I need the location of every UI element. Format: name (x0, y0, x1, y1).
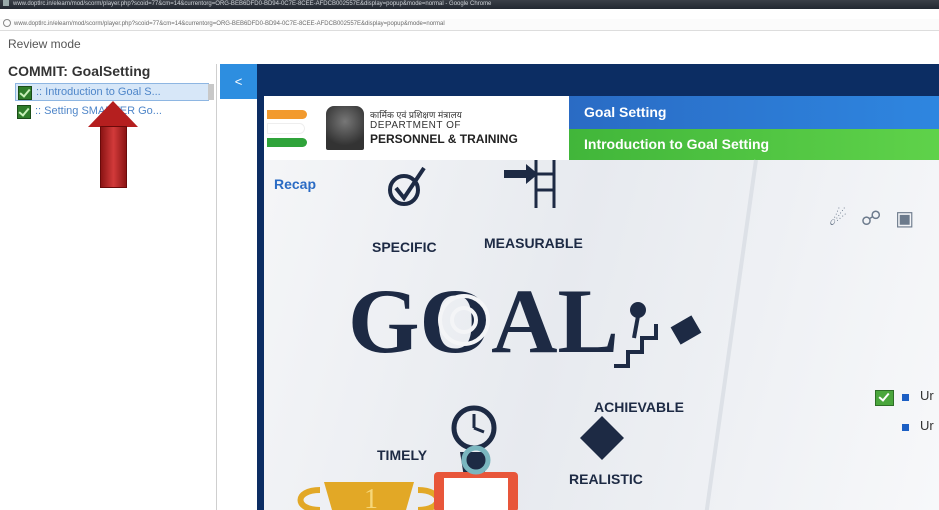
smart-goal-illustration: SPECIFIC MEASURABLE GOAL ACHIEVABLE TIME… (297, 160, 702, 510)
annotation-arrow-head (88, 101, 138, 127)
national-emblem-icon (326, 106, 364, 150)
window-titlebar: www.doptlrc.in/elearn/mod/scorm/player.p… (0, 0, 939, 9)
word-realistic: REALISTIC (569, 471, 643, 487)
person-desk-icon: ☄ (829, 208, 861, 230)
toc-item-introduction[interactable]: :: Introduction to Goal S... (15, 83, 209, 101)
slide-canvas: कार्मिक एवं प्रशिक्षण मंत्रालय DEPARTMEN… (264, 96, 939, 510)
word-measurable: MEASURABLE (484, 235, 583, 251)
bullet-item: Ur (920, 388, 934, 403)
flag-arrow-icon (670, 315, 702, 345)
toc-scrollbar[interactable] (208, 84, 214, 100)
trophy-icon: 1 (297, 482, 441, 510)
arrow-right-icon (504, 164, 538, 184)
presentation-icon: ▣ (895, 208, 929, 230)
target-check-icon (388, 166, 426, 206)
tricolor-flag-icon (267, 110, 309, 150)
completed-check-icon (875, 390, 894, 406)
word-achievable: ACHIEVABLE (594, 399, 684, 415)
department-name-line1: DEPARTMENT OF (370, 120, 461, 131)
topic-icons-row: ☄☍▣ (829, 206, 928, 231)
chrome-page-icon (3, 0, 9, 7)
trophy-number: 1 (364, 484, 378, 510)
review-mode-label: Review mode (8, 37, 81, 51)
header-title-text: Goal Setting (584, 104, 667, 120)
address-bar[interactable]: www.doptlrc.in/elearn/mod/scorm/player.p… (0, 19, 939, 31)
ladder-icon (534, 160, 556, 208)
department-name-line2: PERSONNEL & TRAINING (370, 132, 518, 146)
word-specific: SPECIFIC (372, 239, 437, 255)
info-icon[interactable] (3, 19, 11, 28)
word-timely: TIMELY (377, 447, 428, 463)
bullet-icon (902, 394, 909, 401)
word-goal: GOAL (348, 270, 619, 372)
panel-divider (216, 64, 217, 510)
toc-item-label[interactable]: :: Introduction to Goal S... (36, 86, 161, 98)
completed-check-icon (18, 86, 32, 100)
slide-header-subtitle: Introduction to Goal Setting (569, 129, 939, 160)
slide-header-title: Goal Setting (569, 96, 939, 129)
bullet-icon (902, 424, 909, 431)
url-text[interactable]: www.doptlrc.in/elearn/mod/scorm/player.p… (14, 21, 445, 27)
header-subtitle-text: Introduction to Goal Setting (584, 136, 770, 152)
window-title: www.doptlrc.in/elearn/mod/scorm/player.p… (13, 1, 492, 7)
annotation-arrow-shaft (100, 126, 127, 188)
handshake-icon: ☍ (860, 208, 896, 230)
completed-check-icon (17, 105, 31, 119)
collapse-toc-button[interactable]: < (220, 64, 257, 99)
bullet-item: Ur (920, 418, 934, 433)
toc-title: COMMIT: GoalSetting (8, 63, 151, 79)
warning-diamond-icon (580, 416, 624, 460)
department-logo-area: कार्मिक एवं प्रशिक्षण मंत्रालय DEPARTMEN… (264, 96, 569, 160)
stairs-climber-icon (614, 302, 658, 368)
